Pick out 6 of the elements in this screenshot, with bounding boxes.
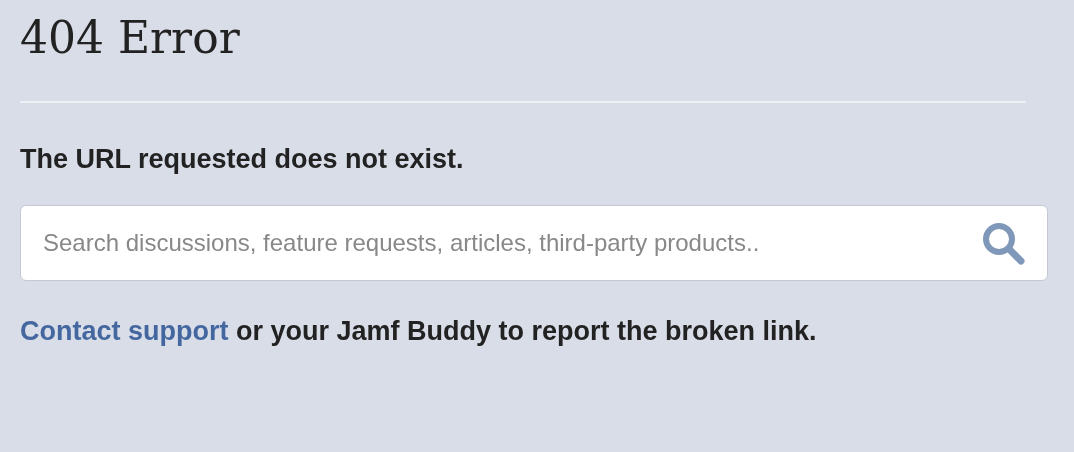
support-sentence: Contact support or your Jamf Buddy to report the broken link. [20, 315, 818, 349]
search-icon[interactable] [980, 220, 1026, 267]
error-message: The URL requested does not exist. [20, 142, 465, 176]
page-title: 404 Error [20, 12, 241, 65]
search-field[interactable]: Search discussions, feature requests, articles, third-party products.. [20, 205, 1048, 282]
contact-support-link[interactable]: Contact support [20, 316, 229, 347]
